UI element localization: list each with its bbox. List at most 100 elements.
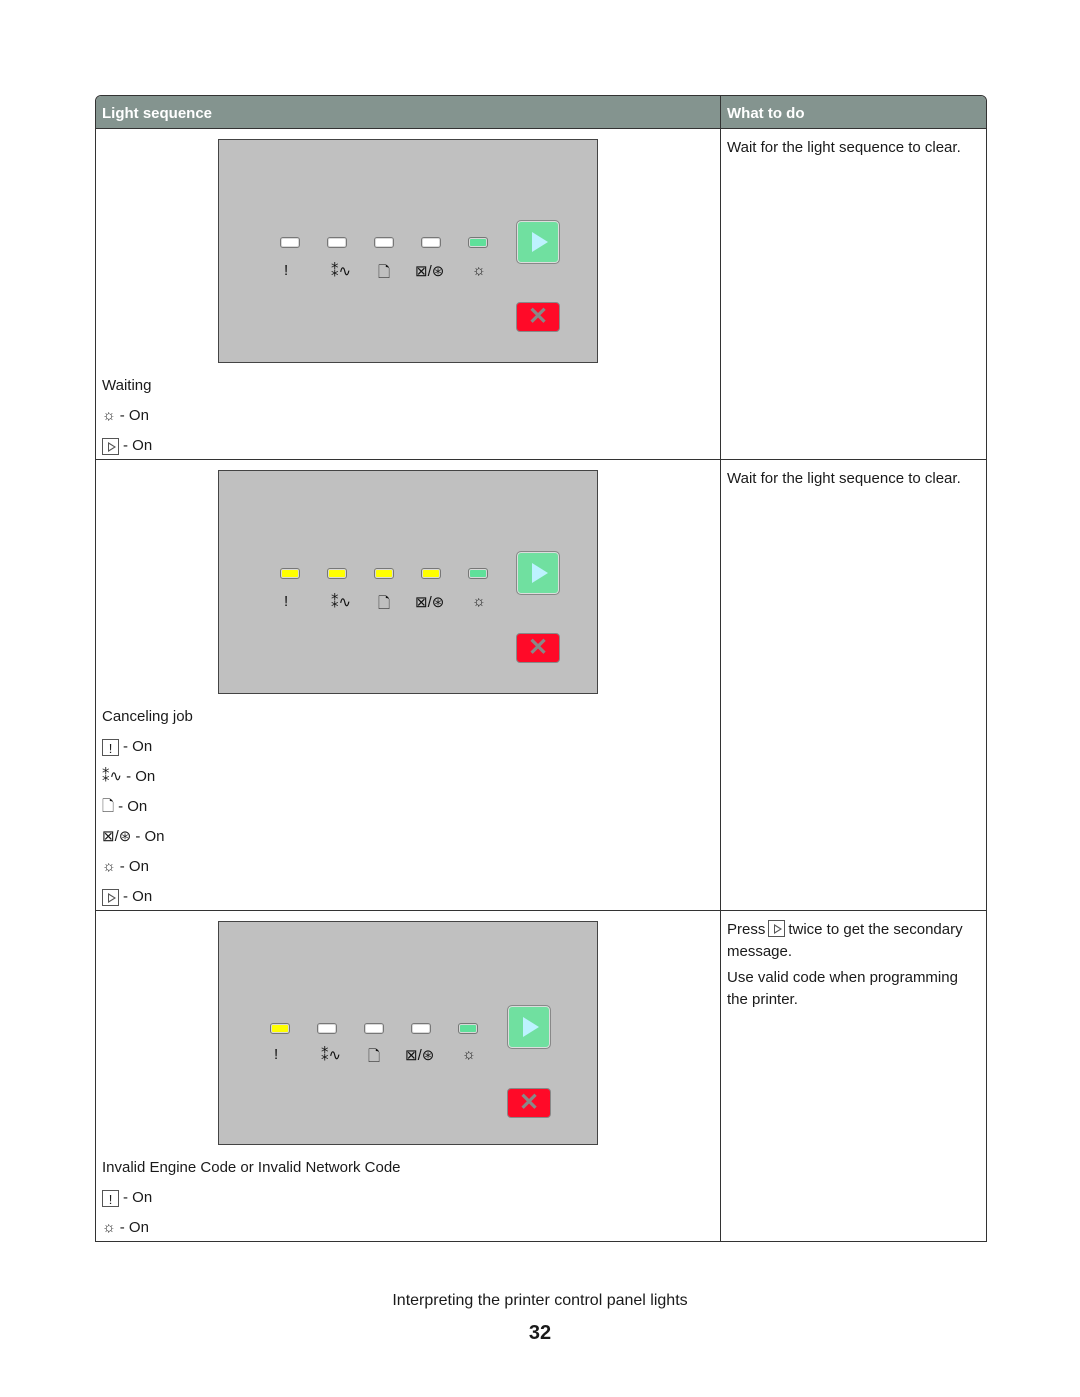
table-row: ! ⁑∿ 🗋 ⊠/⊛ ☼ ✕ Waiting ☼ - On - On Wait for t… bbox=[96, 129, 986, 460]
light-state: - On bbox=[123, 1189, 153, 1206]
toner-led bbox=[421, 237, 441, 248]
table-header: Light sequence What to do bbox=[96, 96, 986, 129]
load-paper-icon: 🗋 bbox=[378, 264, 391, 281]
error-icon: ! bbox=[102, 738, 119, 756]
load-paper-icon: 🗋 bbox=[368, 1048, 381, 1065]
error-icon: ! bbox=[274, 1046, 279, 1063]
what-to-do-cell: Wait for the light sequence to clear. bbox=[721, 460, 986, 910]
go-button[interactable] bbox=[516, 220, 560, 264]
ready-light-icon: ☼ bbox=[102, 858, 116, 875]
go-button-icon bbox=[768, 920, 786, 937]
paper-jam-icon: ⁑∿ bbox=[321, 1047, 342, 1064]
paper-jam-icon: ⁑∿ bbox=[331, 263, 352, 280]
light-line: ⊠/⊛ - On bbox=[102, 822, 193, 852]
page-number: 32 bbox=[528, 1322, 552, 1344]
what-to-do-cell: Wait for the light sequence to clear. bbox=[721, 129, 986, 459]
table-row: ! ⁑∿ 🗋 ⊠/⊛ ☼ ✕ Canceling job ! - On ⁑∿ - On 🗋… bbox=[96, 460, 986, 911]
paper-jam-led bbox=[327, 568, 347, 579]
ready-led bbox=[468, 568, 488, 579]
light-sequence-cell: ! ⁑∿ 🗋 ⊠/⊛ ☼ ✕ Invalid Engine Code or Invalid… bbox=[96, 911, 721, 1241]
control-panel-illustration: ! ⁑∿ 🗋 ⊠/⊛ ☼ ✕ bbox=[218, 470, 598, 694]
light-state: - On bbox=[119, 407, 149, 424]
error-led bbox=[280, 237, 300, 248]
stop-button[interactable]: ✕ bbox=[507, 1088, 551, 1118]
light-line: 🗋 - On bbox=[102, 792, 193, 822]
instruction-text: Press twice to get the secondary message. bbox=[727, 919, 980, 963]
ready-led bbox=[458, 1023, 478, 1034]
stop-button[interactable]: ✕ bbox=[516, 633, 560, 663]
close-icon: ✕ bbox=[527, 303, 549, 330]
status-title: Invalid Engine Code or Invalid Network C… bbox=[102, 1159, 401, 1176]
error-icon: ! bbox=[284, 593, 289, 610]
light-description: Canceling job ! - On ⁑∿ - On 🗋 - On ⊠/⊛ … bbox=[102, 702, 193, 912]
light-line: ☼ - On bbox=[102, 401, 152, 431]
light-state: - On bbox=[119, 858, 149, 875]
play-icon bbox=[532, 232, 548, 252]
light-state: - On bbox=[118, 798, 148, 815]
load-paper-icon: 🗋 bbox=[102, 798, 115, 815]
load-paper-icon: 🗋 bbox=[378, 595, 391, 612]
toner-photoconductor-icon: ⊠/⊛ bbox=[102, 828, 132, 845]
go-button-icon bbox=[102, 888, 119, 906]
go-button-icon bbox=[102, 437, 119, 455]
error-icon: ! bbox=[102, 1189, 119, 1207]
control-panel-illustration: ! ⁑∿ 🗋 ⊠/⊛ ☼ ✕ bbox=[218, 921, 598, 1145]
light-sequence-cell: ! ⁑∿ 🗋 ⊠/⊛ ☼ ✕ Canceling job ! - On ⁑∿ - On 🗋… bbox=[96, 460, 721, 910]
error-led bbox=[270, 1023, 290, 1034]
toner-photoconductor-icon: ⊠/⊛ bbox=[415, 594, 445, 611]
ready-light-icon: ☼ bbox=[472, 262, 486, 279]
load-paper-led bbox=[374, 568, 394, 579]
light-state: - On bbox=[135, 828, 165, 845]
light-line: ☼ - On bbox=[102, 1213, 401, 1241]
light-description: Waiting ☼ - On - On bbox=[102, 371, 152, 461]
ready-light-icon: ☼ bbox=[472, 593, 486, 610]
toner-photoconductor-icon: ⊠/⊛ bbox=[415, 263, 445, 280]
paper-jam-icon: ⁑∿ bbox=[331, 594, 352, 611]
instruction-text: Use valid code when programming the prin… bbox=[727, 969, 958, 1008]
go-button[interactable] bbox=[507, 1005, 551, 1049]
toner-led bbox=[411, 1023, 431, 1034]
load-paper-led bbox=[374, 237, 394, 248]
close-icon: ✕ bbox=[527, 634, 549, 661]
light-state: - On bbox=[123, 738, 153, 755]
light-line: ☼ - On bbox=[102, 852, 193, 882]
light-line: ! - On bbox=[102, 1183, 401, 1213]
light-sequence-cell: ! ⁑∿ 🗋 ⊠/⊛ ☼ ✕ Waiting ☼ - On - On bbox=[96, 129, 721, 459]
paper-jam-led bbox=[317, 1023, 337, 1034]
ready-light-icon: ☼ bbox=[102, 407, 116, 424]
play-icon bbox=[532, 563, 548, 583]
status-title: Canceling job bbox=[102, 708, 193, 725]
footer-title: Interpreting the printer control panel l… bbox=[392, 1292, 688, 1309]
toner-led bbox=[421, 568, 441, 579]
play-icon bbox=[523, 1017, 539, 1037]
light-line: ! - On bbox=[102, 732, 193, 762]
status-title: Waiting bbox=[102, 377, 152, 394]
light-state: - On bbox=[126, 768, 156, 785]
light-description: Invalid Engine Code or Invalid Network C… bbox=[102, 1153, 401, 1241]
instruction-text: Wait for the light sequence to clear. bbox=[727, 470, 961, 487]
light-state: - On bbox=[123, 437, 153, 454]
ready-light-icon: ☼ bbox=[462, 1046, 476, 1063]
stop-button[interactable]: ✕ bbox=[516, 302, 560, 332]
paper-jam-icon: ⁑∿ bbox=[102, 768, 123, 785]
error-led bbox=[280, 568, 300, 579]
header-what-to-do: What to do bbox=[727, 105, 805, 122]
load-paper-led bbox=[364, 1023, 384, 1034]
light-line: - On bbox=[102, 431, 152, 461]
toner-photoconductor-icon: ⊠/⊛ bbox=[405, 1047, 435, 1064]
ready-light-icon: ☼ bbox=[102, 1219, 116, 1236]
light-line: - On bbox=[102, 882, 193, 912]
error-icon: ! bbox=[284, 262, 289, 279]
light-sequence-table: Light sequence What to do ! ⁑∿ 🗋 ⊠/⊛ ☼ ✕ Wait… bbox=[95, 95, 987, 1242]
table-row: ! ⁑∿ 🗋 ⊠/⊛ ☼ ✕ Invalid Engine Code or Invalid… bbox=[96, 911, 986, 1241]
ready-led bbox=[468, 237, 488, 248]
go-button[interactable] bbox=[516, 551, 560, 595]
header-light-sequence: Light sequence bbox=[96, 96, 721, 128]
paper-jam-led bbox=[327, 237, 347, 248]
control-panel-illustration: ! ⁑∿ 🗋 ⊠/⊛ ☼ ✕ bbox=[218, 139, 598, 363]
what-to-do-cell: Press twice to get the secondary message.… bbox=[721, 911, 986, 1241]
light-state: - On bbox=[123, 888, 153, 905]
light-state: - On bbox=[119, 1219, 149, 1236]
press-text: Press bbox=[727, 921, 766, 938]
light-line: ⁑∿ - On bbox=[102, 762, 193, 792]
